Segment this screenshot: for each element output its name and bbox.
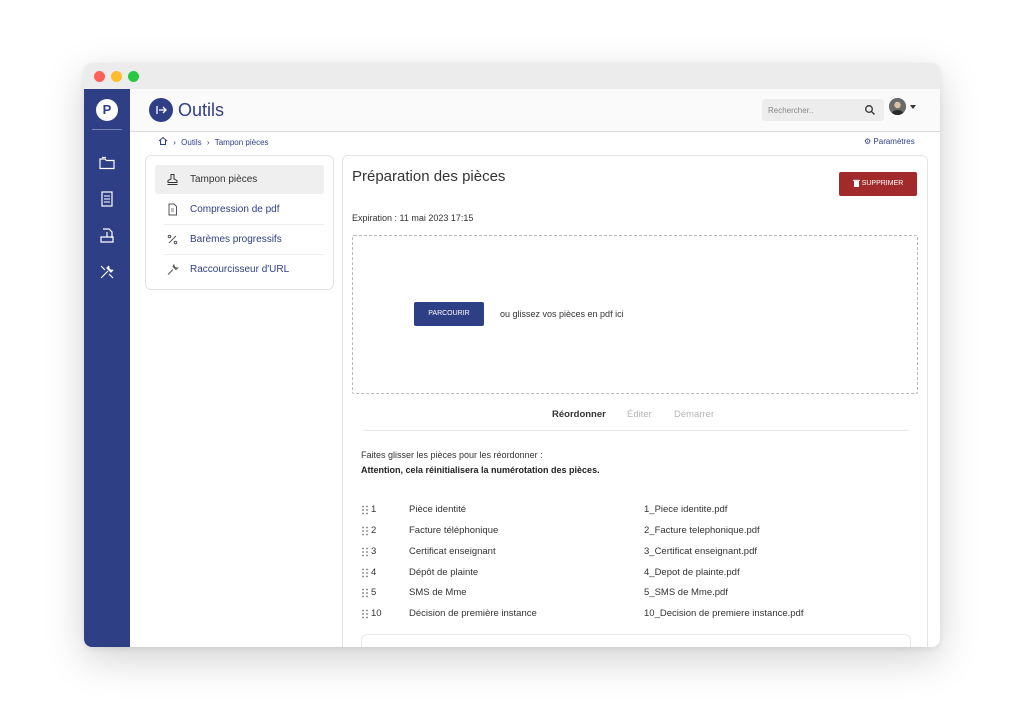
chevron-right-icon: › [206,138,210,147]
piece-number: 10 [371,608,382,619]
piece-filename: 2_Facture telephonique.pdf [644,525,760,536]
app-window: P Outils › Outils › Tampon pièces ⚙ Para… [84,63,940,647]
home-icon[interactable] [158,136,168,150]
folders-icon[interactable] [98,154,116,172]
chevron-down-icon[interactable] [910,105,916,109]
piece-name: Facture téléphonique [409,525,499,536]
breadcrumb-item-outils[interactable]: Outils [181,137,201,149]
percent-icon [167,234,178,245]
table-row[interactable]: 10 Décision de première instance 10_Deci… [361,604,901,624]
file-dropzone[interactable]: PARCOURIR ou glissez vos pièces en pdf i… [352,235,918,394]
drag-handle-icon[interactable] [361,505,369,515]
table-row[interactable]: 4 Dépôt de plainte 4_Depot de plainte.pd… [361,563,901,583]
reorder-warning: Attention, cela réinitialisera la numéro… [361,465,600,475]
wrench-icon [167,264,179,275]
avatar[interactable] [889,98,906,115]
settings-link[interactable]: ⚙ Paramètres [864,136,915,148]
piece-filename: 3_Certificat enseignant.pdf [644,546,758,557]
drag-handle-icon[interactable] [361,588,369,598]
tools-menu: Tampon pièces Compression de pdf Barèmes… [145,155,334,290]
menu-item-compression-pdf[interactable]: Compression de pdf [155,195,324,224]
piece-name: Dépôt de plainte [409,567,479,578]
piece-number: 1 [371,504,377,515]
stamp-icon [167,174,178,185]
back-arrow-icon[interactable] [149,98,173,122]
menu-item-label: Raccourcisseur d'URL [190,264,290,275]
minimize-window-button[interactable] [111,71,122,82]
document-stamp-icon[interactable] [98,227,116,245]
pdf-file-icon [168,203,177,216]
table-row[interactable]: 3 Certificat enseignant 3_Certificat ens… [361,542,901,562]
drag-handle-icon[interactable] [361,609,369,619]
close-window-button[interactable] [94,71,105,82]
step-tabs: Réordonner Éditer Démarrer [363,402,909,431]
table-row[interactable]: 5 SMS de Mme 5_SMS de Mme.pdf [361,583,901,603]
preview-panel [361,634,911,647]
piece-name: SMS de Mme [409,587,467,598]
expiration-text: Expiration : 11 mai 2023 17:15 [352,213,474,223]
main-panel: Préparation des pièces SUPPRIMER Expirat… [342,155,928,647]
menu-item-label: Tampon pièces [190,174,258,185]
menu-item-label: Compression de pdf [190,204,280,215]
window-titlebar [84,63,940,89]
reorder-instruction: Faites glisser les pièces pour les réord… [361,450,543,460]
piece-name: Pièce identité [409,504,467,515]
piece-number: 3 [371,546,377,557]
search-box [762,99,884,121]
drag-handle-icon[interactable] [361,547,369,557]
piece-number: 5 [371,587,377,598]
piece-number: 4 [371,567,377,578]
table-row[interactable]: 1 Pièce identité 1_Piece identite.pdf [361,500,901,520]
table-row[interactable]: 2 Facture téléphonique 2_Facture telepho… [361,521,901,541]
delete-button[interactable]: SUPPRIMER [839,172,917,196]
browse-button[interactable]: PARCOURIR [414,302,484,326]
piece-name: Certificat enseignant [409,546,496,557]
menu-item-baremes-progressifs[interactable]: Barèmes progressifs [155,225,324,254]
drag-handle-icon[interactable] [361,568,369,578]
section-title: Préparation des pièces [352,168,506,185]
rail-divider [92,129,122,130]
chevron-right-icon: › [173,138,176,147]
app-logo[interactable]: P [96,99,118,121]
piece-number: 2 [371,525,377,536]
drag-handle-icon[interactable] [361,526,369,536]
tab-reordonner[interactable]: Réordonner [552,409,606,420]
maximize-window-button[interactable] [128,71,139,82]
sidebar-rail: P [84,89,130,647]
trash-icon [852,179,860,188]
top-bar: Outils [130,89,940,132]
tab-editer[interactable]: Éditer [627,409,652,420]
piece-filename: 1_Piece identite.pdf [644,504,728,515]
piece-name: Décision de première instance [409,608,537,619]
tools-icon[interactable] [98,263,116,281]
search-icon[interactable] [864,104,876,116]
piece-filename: 10_Decision de premiere instance.pdf [644,608,804,619]
breadcrumb: › Outils › Tampon pièces [158,136,269,148]
breadcrumb-item-current: Tampon pièces [214,138,269,147]
piece-filename: 5_SMS de Mme.pdf [644,587,728,598]
settings-label: Paramètres [873,137,915,146]
receipt-icon[interactable] [98,190,116,208]
menu-item-raccourcisseur-url[interactable]: Raccourcisseur d'URL [155,255,324,284]
dropzone-hint: ou glissez vos pièces en pdf ici [500,309,624,319]
menu-item-label: Barèmes progressifs [190,234,282,245]
gear-icon: ⚙ [864,137,872,146]
piece-filename: 4_Depot de plainte.pdf [644,567,740,578]
page-title: Outils [178,100,225,120]
menu-item-tampon-pieces[interactable]: Tampon pièces [155,165,324,194]
delete-label: SUPPRIMER [861,180,904,187]
search-input[interactable] [762,99,864,121]
tab-demarrer[interactable]: Démarrer [674,409,714,420]
